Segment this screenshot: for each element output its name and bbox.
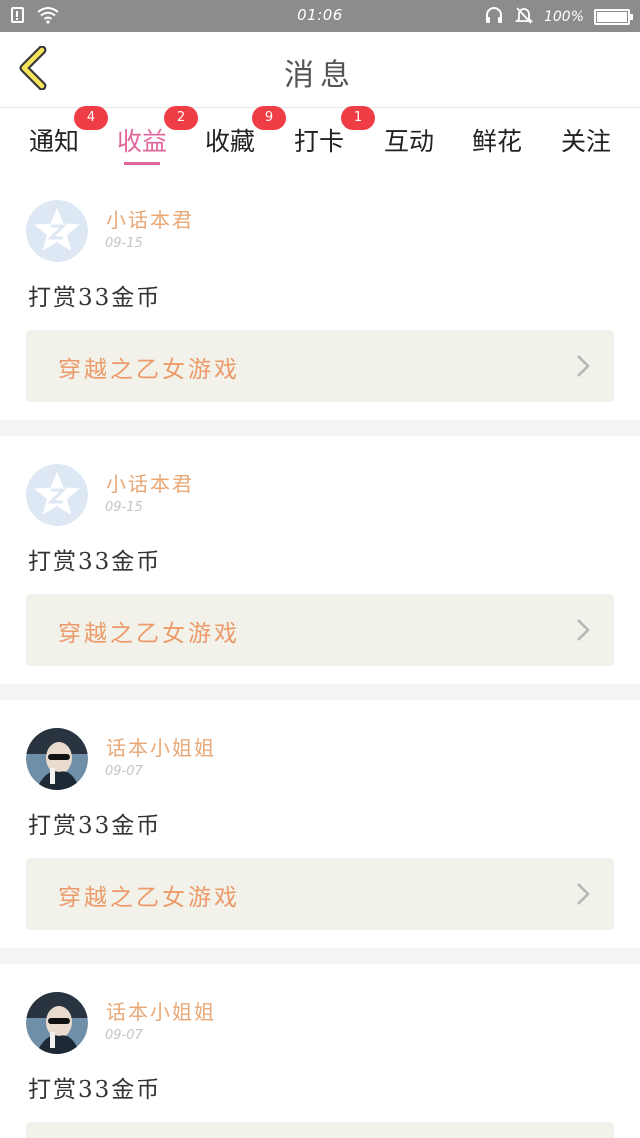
book-title: 穿越之乙女游戏 — [58, 885, 240, 911]
battery-percent: 100% — [543, 9, 584, 25]
chevron-right-icon — [576, 618, 590, 646]
tab-notifications[interactable]: 通知 4 — [14, 106, 108, 168]
tab-label: 互动 — [383, 127, 434, 156]
tab-checkin[interactable]: 打卡 1 — [279, 106, 375, 168]
card-divider — [0, 948, 640, 964]
page-title: 消息 — [284, 58, 356, 93]
reward-message: 打赏33金币 — [28, 813, 162, 839]
book-link[interactable]: 穿越之乙女游戏 — [26, 330, 614, 402]
message-date: 09-15 — [105, 500, 143, 515]
active-tab-indicator — [124, 162, 160, 165]
message-card: 话本小姐姐 09-07 打赏33金币 — [0, 964, 640, 1138]
book-link[interactable]: 穿越之乙女游戏 — [26, 594, 614, 666]
card-divider — [0, 420, 640, 436]
battery-icon — [594, 9, 633, 25]
tab-label: 收益 — [116, 127, 167, 156]
tab-label: 关注 — [560, 127, 611, 156]
book-link[interactable] — [26, 1122, 614, 1138]
tab-bar: 通知 4 收益 2 收藏 9 打卡 1 互动 鲜花 关注 — [0, 106, 640, 168]
tab-interactions[interactable]: 互动 — [369, 118, 449, 168]
photo-avatar[interactable] — [26, 728, 88, 790]
qzone-avatar[interactable] — [26, 464, 88, 526]
username[interactable]: 话本小姐姐 — [106, 996, 216, 1025]
status-bar: 01:06 100% — [0, 0, 640, 32]
tab-label: 打卡 — [293, 127, 344, 156]
qzone-avatar[interactable] — [26, 200, 88, 262]
message-date: 09-07 — [105, 1028, 143, 1043]
headset-icon — [484, 5, 504, 29]
message-card: 话本小姐姐 09-07 打赏33金币 穿越之乙女游戏 — [0, 700, 640, 952]
tab-favorites[interactable]: 收藏 9 — [190, 106, 286, 168]
book-title: 穿越之乙女游戏 — [58, 357, 240, 383]
reward-message: 打赏33金币 — [28, 1077, 162, 1103]
message-card: 小话本君 09-15 打赏33金币 穿越之乙女游戏 — [0, 436, 640, 688]
status-right-icons: 100% — [484, 5, 633, 29]
message-date: 09-15 — [105, 236, 143, 251]
tab-earnings[interactable]: 收益 2 — [102, 106, 198, 168]
username[interactable]: 小话本君 — [106, 204, 194, 233]
reward-message: 打赏33金币 — [28, 549, 162, 575]
chevron-right-icon — [576, 882, 590, 910]
tab-following[interactable]: 关注 — [546, 118, 626, 168]
chevron-right-icon — [576, 354, 590, 382]
photo-avatar[interactable] — [26, 992, 88, 1054]
mute-icon — [514, 5, 534, 29]
tab-label: 鲜花 — [471, 127, 522, 156]
tab-flowers[interactable]: 鲜花 — [457, 118, 537, 168]
card-divider — [0, 684, 640, 700]
username[interactable]: 小话本君 — [106, 468, 194, 497]
reward-message: 打赏33金币 — [28, 285, 162, 311]
username[interactable]: 话本小姐姐 — [106, 732, 216, 761]
message-date: 09-07 — [105, 764, 143, 779]
tab-label: 通知 — [28, 127, 79, 156]
book-link[interactable]: 穿越之乙女游戏 — [26, 858, 614, 930]
message-card: 小话本君 09-15 打赏33金币 穿越之乙女游戏 — [0, 168, 640, 420]
header: 消息 — [0, 32, 640, 108]
tab-label: 收藏 — [204, 127, 255, 156]
book-title: 穿越之乙女游戏 — [58, 621, 240, 647]
